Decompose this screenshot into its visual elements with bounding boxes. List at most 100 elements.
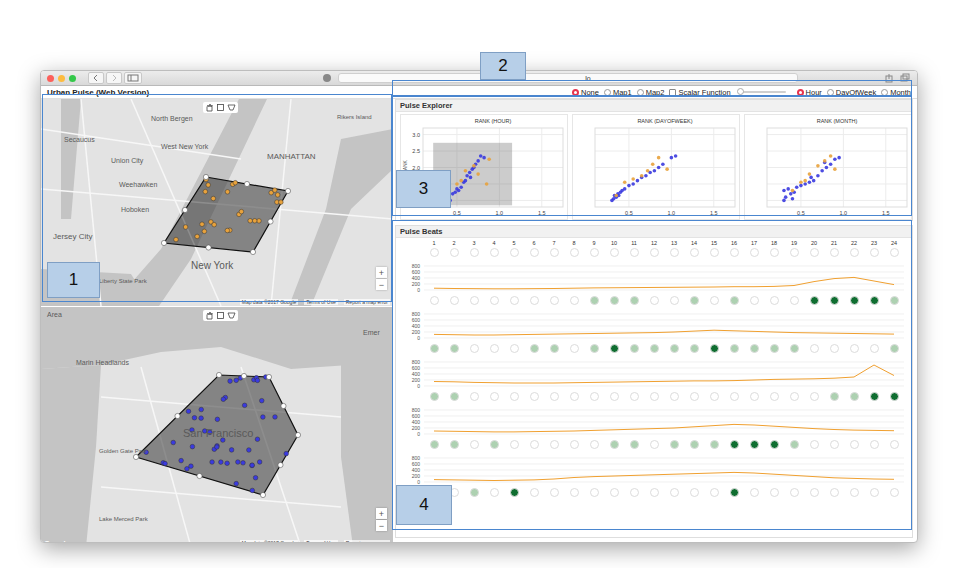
scatter-point[interactable]: [640, 174, 644, 178]
scatter-point[interactable]: [837, 156, 841, 160]
beat-circle[interactable]: [850, 392, 859, 401]
beat-circle[interactable]: [490, 440, 499, 449]
zoom-out-button[interactable]: −: [376, 520, 387, 531]
square-icon[interactable]: [216, 311, 225, 320]
polygon-handle[interactable]: [295, 432, 300, 437]
selection-polygon[interactable]: [136, 375, 298, 495]
data-point[interactable]: [250, 463, 255, 468]
map-footer-link[interactable]: Terms of Use: [304, 540, 337, 543]
data-point[interactable]: [174, 237, 179, 242]
data-point[interactable]: [239, 209, 244, 214]
beat-circle[interactable]: [510, 344, 519, 353]
shape-icon[interactable]: [227, 311, 236, 320]
scatter-point[interactable]: [457, 189, 461, 193]
beat-circle[interactable]: [890, 488, 899, 497]
hour-circle[interactable]: [650, 248, 659, 257]
zoom-icon[interactable]: [69, 75, 76, 82]
beat-circle[interactable]: [650, 296, 659, 305]
hand-icon[interactable]: [205, 103, 214, 112]
beat-circle[interactable]: [570, 296, 579, 305]
beat-circle[interactable]: [490, 488, 499, 497]
scatter-point[interactable]: [644, 174, 648, 178]
beat-circle[interactable]: [510, 296, 519, 305]
beat-circle[interactable]: [430, 392, 439, 401]
beat-circle[interactable]: [510, 440, 519, 449]
scatter-point[interactable]: [791, 189, 795, 193]
scatter-point[interactable]: [455, 182, 459, 186]
beat-circle[interactable]: [550, 440, 559, 449]
polygon-handle[interactable]: [133, 454, 138, 459]
beat-circle[interactable]: [870, 488, 879, 497]
resolution-option[interactable]: Month: [881, 88, 911, 97]
beat-circle[interactable]: [630, 488, 639, 497]
polygon-handle[interactable]: [203, 174, 208, 179]
beat-circle[interactable]: [790, 488, 799, 497]
data-point[interactable]: [200, 222, 205, 227]
scatter-canvas[interactable]: RANK (MONTH)0.51.01.5: [745, 115, 911, 219]
selection-polygon[interactable]: [164, 177, 288, 252]
polygon-handle[interactable]: [175, 413, 180, 418]
beat-circle[interactable]: [690, 392, 699, 401]
beat-circle[interactable]: [830, 440, 839, 449]
beat-circle[interactable]: [430, 296, 439, 305]
polygon-handle[interactable]: [197, 473, 202, 478]
hour-circle[interactable]: [730, 248, 739, 257]
polygon-handle[interactable]: [285, 188, 290, 193]
hour-circle[interactable]: [750, 248, 759, 257]
scatter-plot[interactable]: RANK (MONTH)0.51.01.5: [744, 114, 912, 220]
data-point[interactable]: [273, 188, 278, 193]
checkbox-icon[interactable]: [669, 89, 676, 96]
map-footer-link[interactable]: Report a map error: [344, 299, 390, 305]
data-point[interactable]: [253, 475, 258, 480]
hour-circle[interactable]: [530, 248, 539, 257]
polygon-handle[interactable]: [281, 403, 286, 408]
radio-icon[interactable]: [797, 89, 804, 96]
hour-circle[interactable]: [690, 248, 699, 257]
data-point[interactable]: [248, 218, 253, 223]
scatter-point[interactable]: [820, 169, 824, 173]
beat-circle[interactable]: [710, 488, 719, 497]
beat-circle[interactable]: [810, 296, 819, 305]
beat-circle[interactable]: [770, 392, 779, 401]
zoom-in-button[interactable]: +: [376, 508, 387, 519]
scatter-point[interactable]: [485, 182, 489, 186]
beat-circle[interactable]: [470, 392, 479, 401]
beat-circle[interactable]: [690, 344, 699, 353]
scatter-point[interactable]: [464, 179, 468, 183]
beat-circle[interactable]: [870, 344, 879, 353]
data-point[interactable]: [186, 409, 191, 414]
beat-circle[interactable]: [870, 392, 879, 401]
beat-circle[interactable]: [650, 440, 659, 449]
beat-circle[interactable]: [450, 344, 459, 353]
beat-circle[interactable]: [790, 344, 799, 353]
beat-circle[interactable]: [630, 392, 639, 401]
beat-circle[interactable]: [570, 488, 579, 497]
tabs-icon[interactable]: [899, 73, 911, 83]
beat-circle[interactable]: [430, 440, 439, 449]
beat-circle[interactable]: [590, 344, 599, 353]
beat-circle[interactable]: [610, 296, 619, 305]
scatter-point[interactable]: [799, 184, 803, 188]
beat-circle[interactable]: [590, 488, 599, 497]
data-point[interactable]: [233, 180, 238, 185]
scatter-point[interactable]: [808, 181, 812, 185]
beat-circle[interactable]: [490, 296, 499, 305]
beat-circle[interactable]: [570, 344, 579, 353]
beat-circle[interactable]: [890, 296, 899, 305]
hour-circle[interactable]: [610, 248, 619, 257]
data-point[interactable]: [206, 183, 211, 188]
beat-circle[interactable]: [550, 488, 559, 497]
polygon-handle[interactable]: [266, 374, 271, 379]
data-point[interactable]: [199, 407, 204, 412]
beat-circle[interactable]: [650, 392, 659, 401]
hour-circle[interactable]: [810, 248, 819, 257]
scatter-point[interactable]: [674, 154, 678, 158]
scatter-point[interactable]: [465, 174, 469, 178]
beat-circle[interactable]: [650, 488, 659, 497]
beat-circle[interactable]: [470, 488, 479, 497]
beat-circle[interactable]: [530, 488, 539, 497]
beat-circle[interactable]: [830, 296, 839, 305]
scatter-point[interactable]: [661, 162, 665, 166]
data-point[interactable]: [257, 219, 262, 224]
data-point[interactable]: [215, 445, 220, 450]
